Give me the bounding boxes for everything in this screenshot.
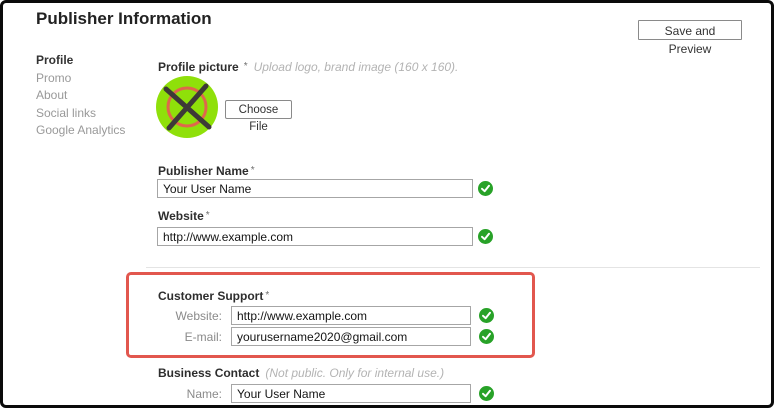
no-image-crossed-out-icon [156, 76, 218, 138]
customer-support-title: Customer Support [158, 289, 263, 303]
support-website-label: Website: [158, 309, 222, 323]
support-email-label: E-mail: [158, 330, 222, 344]
valid-check-icon [478, 181, 493, 196]
section-divider [146, 267, 760, 268]
valid-check-icon [479, 329, 494, 344]
website-label-row: Website* [158, 207, 210, 225]
required-asterisk: * [265, 290, 269, 301]
sidebar-item-about[interactable]: About [36, 87, 125, 105]
publisher-name-label: Publisher Name [158, 164, 249, 178]
profile-picture-hint: Upload logo, brand image (160 x 160). [254, 60, 459, 74]
sidebar-item-google-analytics[interactable]: Google Analytics [36, 122, 125, 140]
business-contact-hint: (Not public. Only for internal use.) [265, 366, 444, 380]
profile-picture-label-row: Profile picture * Upload logo, brand image… [158, 58, 458, 76]
sidebar-item-social-links[interactable]: Social links [36, 105, 125, 123]
publisher-information-page: Publisher Information Save and Preview P… [0, 0, 774, 408]
choose-file-button[interactable]: Choose File [225, 100, 292, 119]
support-email-input[interactable] [231, 327, 471, 346]
business-name-input[interactable] [231, 384, 471, 403]
support-website-input[interactable] [231, 306, 471, 325]
publisher-name-label-row: Publisher Name* [158, 162, 255, 180]
save-and-preview-button[interactable]: Save and Preview [638, 20, 742, 40]
page-title: Publisher Information [36, 9, 212, 29]
publisher-name-input[interactable] [157, 179, 473, 198]
sidebar-nav: Profile Promo About Social links Google … [36, 52, 125, 140]
business-name-label: Name: [158, 387, 222, 401]
required-asterisk: * [206, 210, 210, 221]
customer-support-title-row: Customer Support* [158, 287, 269, 305]
business-contact-title: Business Contact [158, 366, 259, 380]
website-label: Website [158, 209, 204, 223]
valid-check-icon [478, 229, 493, 244]
sidebar-item-profile[interactable]: Profile [36, 52, 125, 70]
website-input[interactable] [157, 227, 473, 246]
sidebar-item-promo[interactable]: Promo [36, 70, 125, 88]
valid-check-icon [479, 308, 494, 323]
required-asterisk: * [244, 61, 248, 72]
profile-picture-label: Profile picture [158, 60, 239, 74]
required-asterisk: * [251, 165, 255, 176]
valid-check-icon [479, 386, 494, 401]
business-contact-title-row: Business Contact (Not public. Only for in… [158, 364, 444, 382]
